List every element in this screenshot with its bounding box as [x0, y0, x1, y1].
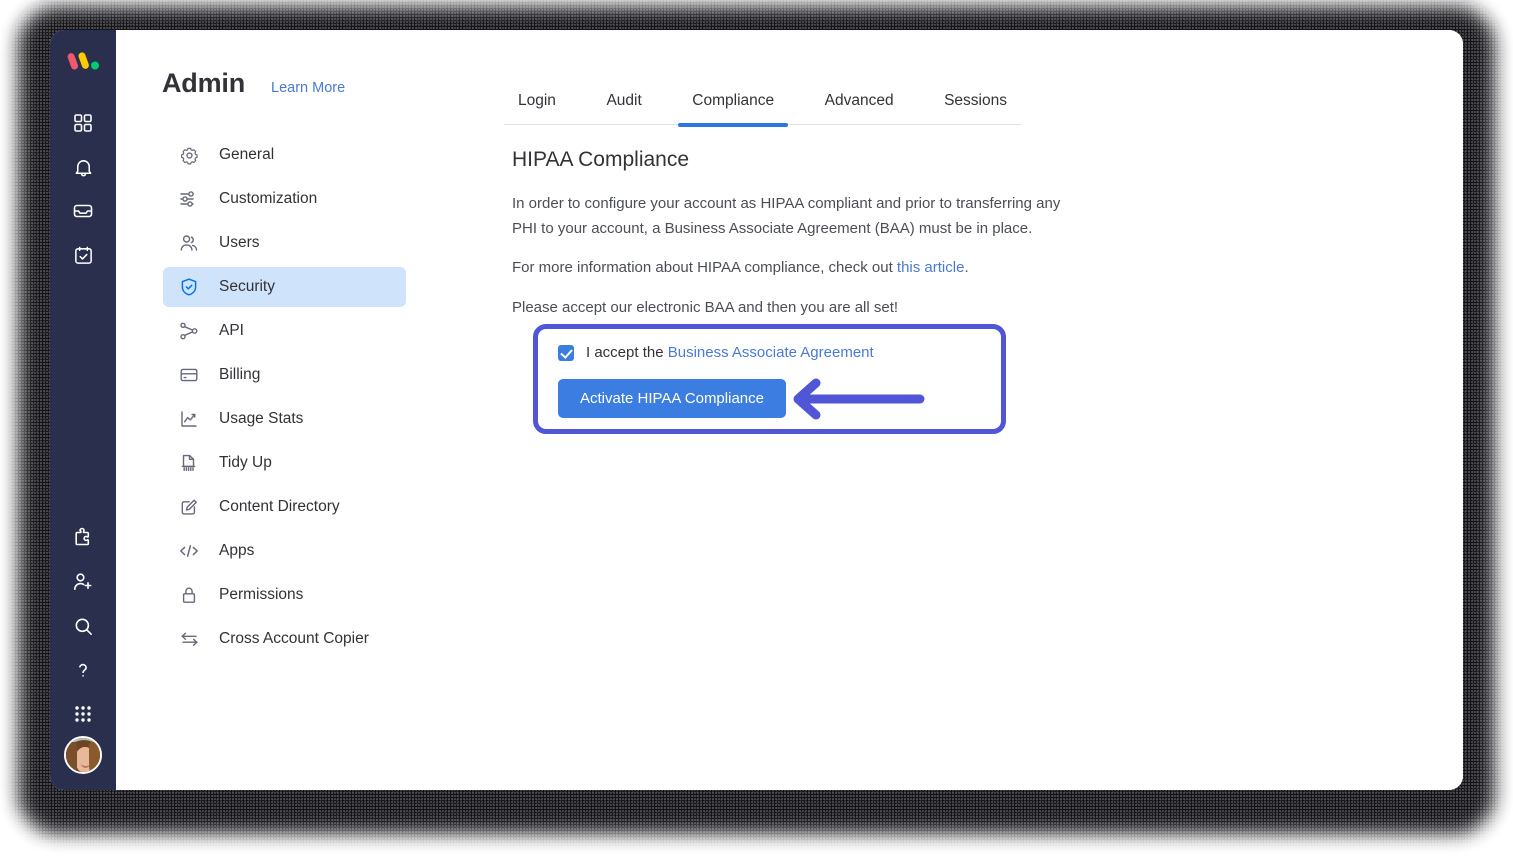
sidebar-item-billing[interactable]: Billing	[163, 355, 406, 395]
admin-header: Admin Learn More	[162, 68, 345, 99]
sidebar-item-label: Cross Account Copier	[219, 630, 369, 647]
nodes-icon	[178, 320, 200, 342]
gear-icon	[178, 144, 200, 166]
sidebar-item-label: Content Directory	[219, 498, 340, 515]
compliance-accept-prompt: Please accept our electronic BAA and the…	[512, 298, 899, 316]
tab-login[interactable]: Login	[504, 92, 570, 124]
tab-compliance[interactable]: Compliance	[678, 92, 788, 127]
app-window: Admin Learn More General Customization U…	[50, 30, 1463, 790]
puzzle-icon[interactable]	[61, 516, 105, 560]
accept-baa-row: I accept the Business Associate Agreemen…	[558, 344, 978, 361]
compliance-description: In order to configure your account as HI…	[512, 195, 1061, 237]
sidebar-item-cross-account-copier[interactable]: Cross Account Copier	[163, 619, 406, 659]
sidebar-item-users[interactable]: Users	[163, 223, 406, 263]
sidebar-item-label: Permissions	[219, 586, 304, 603]
article-line-suffix: .	[964, 259, 969, 276]
sidebar-item-label: API	[219, 322, 244, 339]
calendar-check-icon[interactable]	[61, 233, 105, 277]
admin-settings-nav: General Customization Users Security API…	[163, 135, 406, 663]
sidebar-item-general[interactable]: General	[163, 135, 406, 175]
dots-grid-icon[interactable]	[61, 692, 105, 736]
sidebar-item-apps[interactable]: Apps	[163, 531, 406, 571]
sliders-icon	[178, 188, 200, 210]
this-article-link[interactable]: this article	[897, 259, 965, 276]
accept-prefix: I accept the	[586, 344, 668, 361]
edit-document-icon	[178, 496, 200, 518]
admin-main-content: Admin Learn More General Customization U…	[116, 30, 1463, 790]
sidebar-item-label: Users	[219, 234, 260, 251]
lock-icon	[178, 584, 200, 606]
sidebar-item-tidy-up[interactable]: Tidy Up	[163, 443, 406, 483]
tab-audit[interactable]: Audit	[592, 92, 655, 124]
compliance-panel: HIPAA Compliance In order to configure y…	[512, 148, 1132, 334]
business-associate-agreement-link[interactable]: Business Associate Agreement	[668, 344, 874, 361]
help-icon[interactable]	[61, 648, 105, 692]
sidebar-item-api[interactable]: API	[163, 311, 406, 351]
avatar-hair-right	[89, 742, 100, 772]
sidebar-item-content-directory[interactable]: Content Directory	[163, 487, 406, 527]
page-title: Admin	[162, 68, 245, 98]
credit-card-icon	[178, 364, 200, 386]
screenshot-canvas: Admin Learn More General Customization U…	[0, 0, 1513, 856]
accept-baa-label: I accept the Business Associate Agreemen…	[586, 344, 874, 361]
chart-line-icon	[178, 408, 200, 430]
sidebar-item-label: Customization	[219, 190, 318, 207]
grid-icon[interactable]	[61, 101, 105, 145]
sidebar-item-label: Apps	[219, 542, 255, 559]
transfer-icon	[178, 628, 200, 650]
learn-more-link[interactable]: Learn More	[271, 80, 345, 96]
sidebar-item-usage-stats[interactable]: Usage Stats	[163, 399, 406, 439]
users-icon	[178, 232, 200, 254]
article-line-prefix: For more information about HIPAA complia…	[512, 259, 897, 276]
code-icon	[178, 540, 200, 562]
sidebar-item-label: General	[219, 146, 275, 163]
baa-card: I accept the Business Associate Agreemen…	[558, 344, 978, 418]
accept-baa-checkbox[interactable]	[558, 344, 574, 361]
sidebar-item-label: Tidy Up	[219, 454, 272, 471]
sidebar-item-permissions[interactable]: Permissions	[163, 575, 406, 615]
security-tabs: Login Audit Compliance Advanced Sessions	[504, 92, 1021, 127]
monday-logo[interactable]	[66, 50, 100, 75]
global-navigation-rail	[50, 30, 116, 790]
inbox-icon[interactable]	[61, 189, 105, 233]
user-avatar[interactable]	[64, 736, 102, 774]
search-icon[interactable]	[61, 604, 105, 648]
tab-advanced[interactable]: Advanced	[811, 92, 908, 124]
sidebar-item-security[interactable]: Security	[163, 267, 406, 307]
tidy-up-icon	[178, 452, 200, 474]
shield-check-icon	[178, 276, 200, 298]
compliance-article-line: For more information about HIPAA complia…	[512, 256, 1072, 281]
sidebar-item-label: Security	[219, 278, 275, 295]
sidebar-item-customization[interactable]: Customization	[163, 179, 406, 219]
tab-sessions[interactable]: Sessions	[930, 92, 1021, 124]
activate-hipaa-compliance-button[interactable]: Activate HIPAA Compliance	[558, 379, 786, 418]
panel-title: HIPAA Compliance	[512, 148, 690, 171]
sidebar-item-label: Billing	[219, 366, 261, 383]
avatar-hair-left	[66, 742, 77, 772]
sidebar-item-label: Usage Stats	[219, 410, 304, 427]
invite-user-icon[interactable]	[61, 560, 105, 604]
annotation-highlight-box: I accept the Business Associate Agreemen…	[533, 324, 1006, 434]
bell-icon[interactable]	[61, 145, 105, 189]
